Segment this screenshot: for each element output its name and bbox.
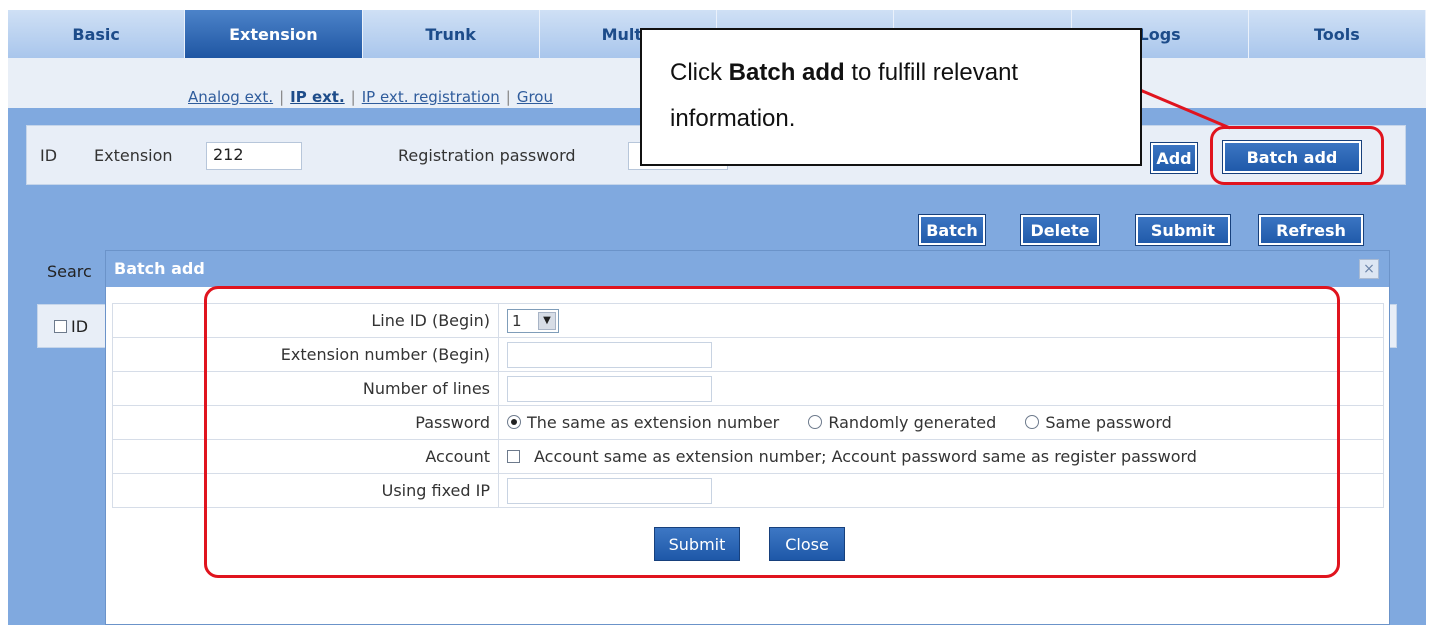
grid-select-all[interactable]: ID (54, 317, 88, 336)
callout-bold: Batch add (728, 59, 845, 86)
subnav-ip-ext[interactable]: IP ext. (290, 88, 345, 106)
callout-connector (1139, 88, 1231, 130)
nav-tab-trunk[interactable]: Trunk (363, 10, 540, 58)
dialog-titlebar[interactable]: Batch add × (106, 251, 1389, 287)
nav-tab-basic[interactable]: Basic (8, 10, 186, 58)
search-label: Searc (47, 262, 92, 281)
submit-toolbar-button[interactable]: Submit (1135, 214, 1231, 246)
dialog-close-icon[interactable]: × (1359, 259, 1379, 279)
grid-id-header: ID (71, 317, 89, 336)
nav-tab-extension[interactable]: Extension (185, 10, 363, 58)
subnav-links: Analog ext. | IP ext. | IP ext. registration… (188, 88, 553, 106)
delete-button[interactable]: Delete (1020, 214, 1100, 246)
subnav-analog-ext[interactable]: Analog ext. (188, 88, 273, 106)
nav-tab-tools[interactable]: Tools (1249, 10, 1426, 58)
extension-label: Extension (94, 146, 173, 165)
subnav-group[interactable]: Grou (517, 88, 553, 106)
batch-button[interactable]: Batch (918, 214, 986, 246)
callout-prefix: Click (670, 59, 729, 86)
instruction-callout: Click Batch add to fulfill relevant info… (640, 28, 1142, 166)
extension-input[interactable]: 212 (206, 142, 302, 170)
registration-password-label: Registration password (398, 146, 576, 165)
subnav-ip-ext-registration[interactable]: IP ext. registration (362, 88, 500, 106)
highlight-batch-form (204, 286, 1340, 578)
dialog-title: Batch add (114, 259, 205, 278)
add-button[interactable]: Add (1150, 142, 1198, 174)
id-label: ID (40, 146, 58, 165)
refresh-button[interactable]: Refresh (1258, 214, 1364, 246)
grid-select-checkbox[interactable] (54, 320, 67, 333)
